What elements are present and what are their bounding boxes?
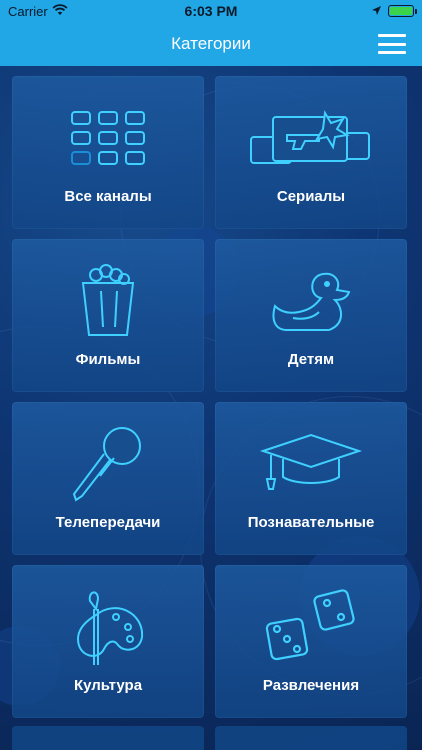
microphone-icon xyxy=(48,424,168,504)
category-label: Развлечения xyxy=(262,677,360,694)
paint-palette-icon xyxy=(48,587,168,667)
hamburger-menu-icon[interactable] xyxy=(378,31,406,57)
wifi-icon xyxy=(52,3,68,19)
category-label: Все каналы xyxy=(64,188,152,205)
category-label: Детям xyxy=(287,351,335,368)
status-right xyxy=(371,4,417,19)
carrier-label: Carrier xyxy=(8,3,48,19)
battery-icon xyxy=(388,5,417,17)
category-label: Фильмы xyxy=(75,351,141,368)
category-label: Сериалы xyxy=(276,188,346,205)
battery-level xyxy=(390,7,412,15)
category-tile-culture[interactable]: Культура xyxy=(12,565,204,718)
category-tile-partial[interactable] xyxy=(12,726,204,750)
channel-grid-icon xyxy=(48,98,168,178)
page-title: Категории xyxy=(171,34,251,53)
category-label: Культура xyxy=(73,677,143,694)
status-bar: Carrier 6:03 PM xyxy=(0,0,422,22)
dice-icon xyxy=(251,587,371,667)
category-tile-movies[interactable]: Фильмы xyxy=(12,239,204,392)
next-row-partial xyxy=(12,726,410,750)
popcorn-icon xyxy=(48,261,168,341)
category-tile-entertainment[interactable]: Развлечения xyxy=(215,565,407,718)
category-tile-series[interactable]: Сериалы xyxy=(215,76,407,229)
status-time: 6:03 PM xyxy=(184,3,238,19)
status-left: Carrier xyxy=(8,4,68,19)
category-label: Телепередачи xyxy=(55,514,161,531)
navigation-bar: Категории xyxy=(0,22,422,66)
location-arrow-icon xyxy=(371,4,382,19)
category-grid: Все каналы Сериалы Фильмы Детям Телепере… xyxy=(12,76,410,718)
category-tile-tv-shows[interactable]: Телепередачи xyxy=(12,402,204,555)
categories-content[interactable]: Все каналы Сериалы Фильмы Детям Телепере… xyxy=(0,66,422,750)
rubber-duck-icon xyxy=(251,261,371,341)
category-tile-educational[interactable]: Познавательные xyxy=(215,402,407,555)
tv-series-gun-icon xyxy=(250,98,371,178)
graduation-cap-icon xyxy=(251,424,371,504)
category-tile-kids[interactable]: Детям xyxy=(215,239,407,392)
category-tile-partial[interactable] xyxy=(215,726,407,750)
category-label: Познавательные xyxy=(247,514,375,531)
category-tile-all-channels[interactable]: Все каналы xyxy=(12,76,204,229)
